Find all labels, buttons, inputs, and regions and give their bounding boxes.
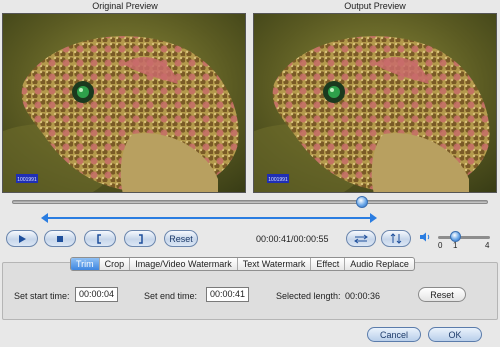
- mark-in-icon: [97, 233, 101, 244]
- volume-mid-label: 1: [453, 241, 458, 250]
- mark-in-button[interactable]: [84, 230, 116, 247]
- playback-reset-button[interactable]: Reset: [164, 230, 198, 247]
- range-end-arrow-icon[interactable]: [370, 213, 377, 223]
- volume-track[interactable]: [438, 236, 490, 239]
- range-start-arrow-icon[interactable]: [41, 213, 48, 223]
- speaker-icon: [420, 232, 430, 242]
- end-time-field[interactable]: 00:00:41: [206, 287, 249, 302]
- selected-length-label: Selected length:: [276, 291, 341, 301]
- tab-text-watermark[interactable]: Text Watermark: [238, 258, 312, 270]
- tab-audio-replace[interactable]: Audio Replace: [345, 258, 414, 270]
- tab-crop[interactable]: Crop: [100, 258, 131, 270]
- start-time-field[interactable]: 00:00:04: [75, 287, 118, 302]
- start-time-label: Set start time:: [14, 291, 70, 301]
- stop-icon: [57, 235, 63, 242]
- original-preview-title: Original Preview: [92, 1, 158, 11]
- seek-knob[interactable]: [356, 196, 368, 208]
- cancel-button[interactable]: Cancel: [367, 327, 421, 342]
- mark-out-icon: [139, 233, 143, 244]
- volume-button[interactable]: [419, 232, 431, 244]
- edit-tabs: Trim Crop Image/Video Watermark Text Wat…: [70, 257, 415, 271]
- tab-effect[interactable]: Effect: [311, 258, 346, 270]
- output-preview: 1001991: [253, 13, 497, 193]
- vertical-arrows-icon: [390, 233, 402, 244]
- horizontal-arrows-icon: [354, 234, 368, 243]
- mark-out-button[interactable]: [124, 230, 156, 247]
- horizontal-flip-button[interactable]: [346, 230, 376, 247]
- time-display: 00:00:41/00:00:55: [256, 234, 329, 244]
- vertical-flip-button[interactable]: [381, 230, 411, 247]
- stop-button[interactable]: [44, 230, 76, 247]
- trim-range-line: [45, 217, 372, 219]
- fish-image: 1001991: [254, 14, 496, 192]
- fish-image: 1001991: [3, 14, 245, 192]
- end-time-label: Set end time:: [144, 291, 198, 301]
- original-preview: 1001991: [2, 13, 246, 193]
- tab-image-video-watermark[interactable]: Image/Video Watermark: [130, 258, 238, 270]
- selected-length-value: 00:00:36: [345, 291, 381, 301]
- output-preview-title: Output Preview: [344, 1, 406, 11]
- watermark-text-output: 1001991: [268, 177, 288, 183]
- tab-trim[interactable]: Trim: [71, 258, 100, 270]
- play-button[interactable]: [6, 230, 38, 247]
- watermark-text-original: 1001991: [17, 177, 37, 183]
- volume-min-label: 0: [438, 241, 443, 250]
- play-icon: [19, 234, 26, 243]
- volume-max-label: 4: [485, 241, 490, 250]
- seek-track[interactable]: [12, 200, 488, 204]
- ok-button[interactable]: OK: [428, 327, 482, 342]
- trim-reset-button[interactable]: Reset: [418, 287, 466, 302]
